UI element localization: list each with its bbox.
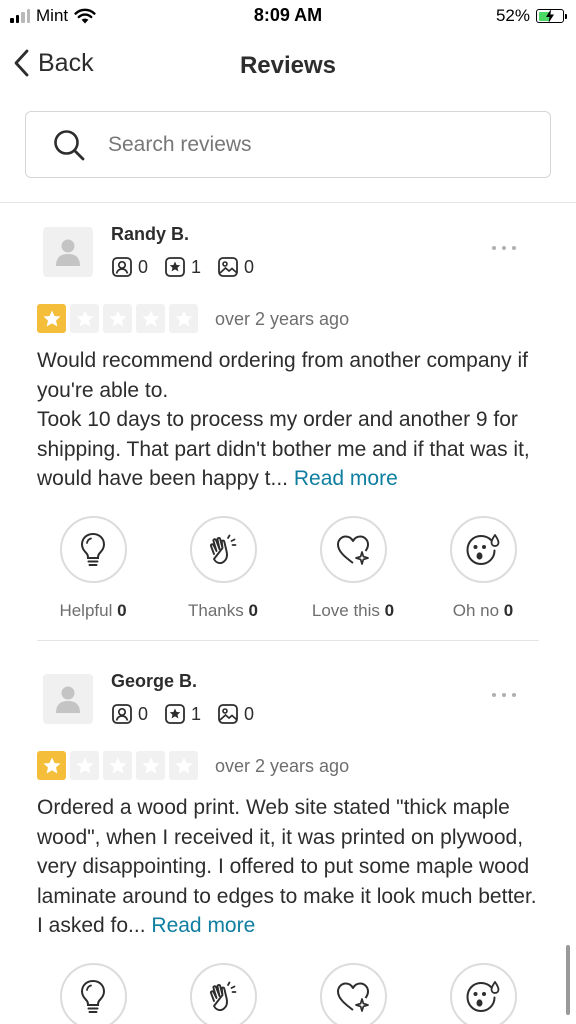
review-body: Would recommend ordering from another co… bbox=[37, 349, 530, 490]
user-placeholder-icon bbox=[56, 239, 80, 266]
search-icon bbox=[54, 129, 85, 160]
friends-count: 0 bbox=[138, 703, 149, 724]
read-more-link[interactable]: Read more bbox=[294, 467, 398, 490]
review-date: over 2 years ago bbox=[215, 756, 350, 776]
reaction-love[interactable] bbox=[283, 963, 423, 1024]
friends-count: 0 bbox=[138, 256, 149, 277]
star-empty-icon bbox=[169, 751, 198, 780]
page-title-text: Reviews bbox=[239, 52, 337, 79]
reviews-count: 1 bbox=[191, 256, 202, 277]
search-bar[interactable] bbox=[25, 111, 551, 178]
search-input[interactable] bbox=[108, 132, 508, 157]
lightbulb-icon bbox=[80, 979, 106, 1013]
friends-icon bbox=[112, 704, 132, 724]
love-label: Love this bbox=[311, 601, 380, 620]
star-empty-icon bbox=[136, 751, 165, 780]
star-filled-icon bbox=[37, 304, 66, 333]
oh-no-button[interactable] bbox=[449, 516, 517, 583]
read-more-link[interactable]: Read more bbox=[151, 914, 255, 937]
helpful-button[interactable] bbox=[59, 963, 127, 1024]
reviews-count: 1 bbox=[191, 703, 202, 724]
photos-count: 0 bbox=[244, 703, 255, 724]
love-this-button[interactable] bbox=[319, 963, 387, 1024]
status-time: 8:09 AM bbox=[253, 5, 323, 25]
helpful-label: Helpful bbox=[59, 601, 113, 620]
photo-count-icon bbox=[218, 704, 238, 724]
ohno-label: Oh no bbox=[452, 601, 500, 620]
reviewer-name[interactable]: Randy B. bbox=[111, 224, 189, 245]
more-options-button[interactable] bbox=[488, 242, 520, 254]
reaction-oh-no[interactable]: Oh no 0 bbox=[413, 516, 553, 621]
helpful-button[interactable] bbox=[59, 516, 127, 583]
star-empty-icon bbox=[70, 304, 99, 333]
star-empty-icon bbox=[103, 751, 132, 780]
review-count-icon bbox=[165, 257, 185, 277]
reviewer-name[interactable]: George B. bbox=[111, 671, 197, 692]
thanks-button[interactable] bbox=[189, 963, 257, 1024]
photo-count-icon bbox=[218, 257, 238, 277]
battery-percent: 52% bbox=[495, 6, 530, 25]
clapping-hands-icon bbox=[209, 981, 237, 1011]
ohno-count: 0 bbox=[503, 601, 514, 620]
reaction-helpful[interactable]: Helpful 0 bbox=[23, 516, 163, 621]
review-count-icon bbox=[165, 704, 185, 724]
sad-face-icon bbox=[466, 533, 500, 565]
review-text: Would recommend ordering from another co… bbox=[37, 346, 547, 494]
divider bbox=[0, 202, 576, 203]
review-date: over 2 years ago bbox=[215, 309, 350, 329]
sad-face-icon bbox=[466, 980, 500, 1012]
lightbulb-icon bbox=[80, 532, 106, 566]
star-empty-icon bbox=[103, 304, 132, 333]
friends-icon bbox=[112, 257, 132, 277]
review-body: Ordered a wood print. Web site stated "t… bbox=[37, 796, 537, 937]
avatar[interactable] bbox=[43, 674, 93, 724]
star-empty-icon bbox=[169, 304, 198, 333]
battery-charging-icon bbox=[536, 9, 567, 23]
love-count: 0 bbox=[384, 601, 395, 620]
review-text: Ordered a wood print. Web site stated "t… bbox=[37, 793, 547, 941]
helpful-count: 0 bbox=[117, 601, 127, 620]
star-filled-icon bbox=[37, 751, 66, 780]
heart-sparkle-icon bbox=[337, 535, 369, 565]
reaction-thanks[interactable]: Thanks 0 bbox=[153, 516, 293, 621]
reviewer-stats: 0 1 0 bbox=[111, 256, 254, 278]
avatar[interactable] bbox=[43, 227, 93, 277]
more-options-button[interactable] bbox=[488, 689, 520, 701]
star-empty-icon bbox=[136, 304, 165, 333]
star-rating bbox=[37, 304, 198, 333]
clapping-hands-icon bbox=[209, 534, 237, 564]
page-title: Reviews bbox=[0, 52, 576, 80]
user-placeholder-icon bbox=[56, 686, 80, 713]
reaction-helpful[interactable] bbox=[23, 963, 163, 1024]
reviewer-stats: 0 1 0 bbox=[111, 703, 254, 725]
scrollbar[interactable] bbox=[566, 945, 570, 1015]
review-divider bbox=[37, 640, 539, 641]
reaction-thanks[interactable] bbox=[153, 963, 293, 1024]
oh-no-button[interactable] bbox=[449, 963, 517, 1024]
star-rating bbox=[37, 751, 198, 780]
love-this-button[interactable] bbox=[319, 516, 387, 583]
photos-count: 0 bbox=[244, 256, 255, 277]
thanks-count: 0 bbox=[248, 601, 258, 620]
star-empty-icon bbox=[70, 751, 99, 780]
heart-sparkle-icon bbox=[337, 982, 369, 1012]
status-right: 52% bbox=[495, 6, 567, 26]
thanks-button[interactable] bbox=[189, 516, 257, 583]
reaction-love[interactable]: Love this 0 bbox=[283, 516, 423, 621]
nav-header: Back Reviews bbox=[0, 40, 576, 92]
status-bar: Mint 8:09 AM 52% bbox=[0, 0, 576, 34]
reaction-oh-no[interactable] bbox=[413, 963, 553, 1024]
thanks-label: Thanks bbox=[188, 601, 244, 620]
